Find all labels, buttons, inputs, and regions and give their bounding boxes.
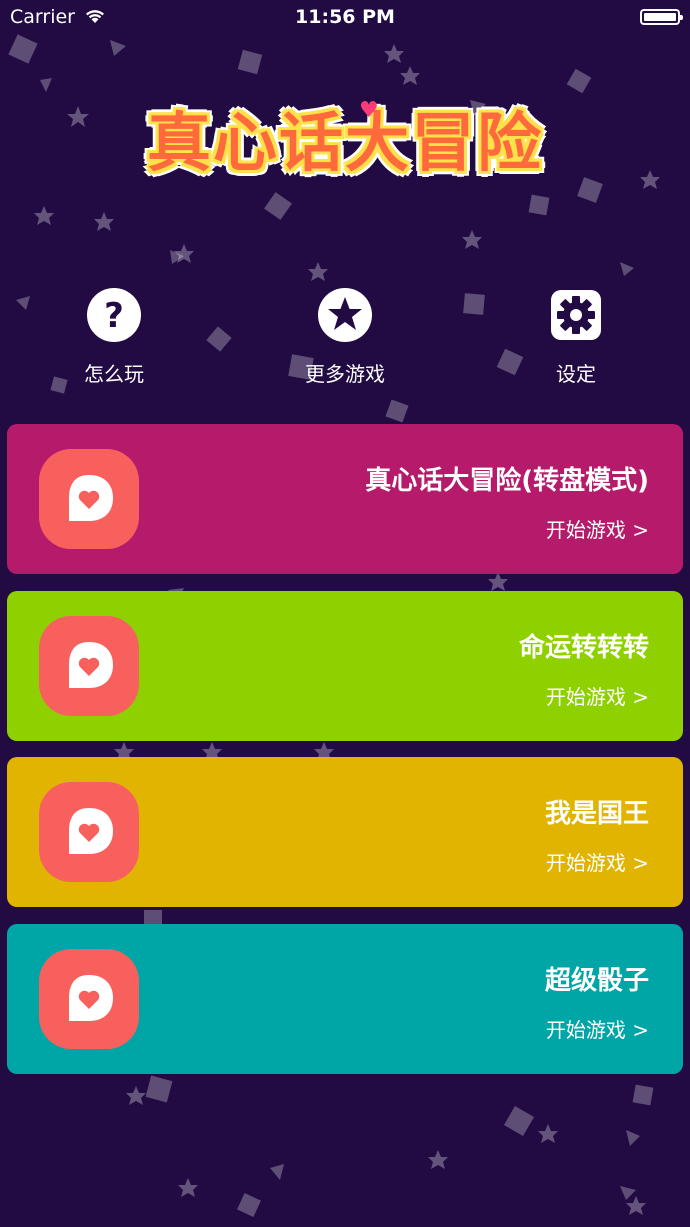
start-game-link[interactable]: 开始游戏 > — [546, 1014, 649, 1043]
how-to-play-button[interactable]: ? 怎么玩 — [34, 286, 194, 387]
game-title: 命运转转转 — [518, 633, 649, 663]
game-card-truth-or-dare-wheel[interactable]: 真心话大冒险(转盘模式) 开始游戏 > — [7, 424, 683, 574]
game-card-fate-spin[interactable]: 命运转转转 开始游戏 > — [7, 591, 683, 741]
more-games-button[interactable]: 更多游戏 — [265, 286, 425, 387]
settings-label: 设定 — [556, 362, 596, 386]
game-card-i-am-king[interactable]: 我是国王 开始游戏 > — [7, 757, 683, 907]
question-icon: ? — [87, 288, 141, 342]
gear-icon — [551, 290, 601, 340]
star-icon — [318, 288, 372, 342]
heart-icon: ♥ — [359, 98, 379, 123]
chat-heart-icon — [39, 949, 139, 1049]
chat-heart-icon — [39, 616, 139, 716]
logo-title: 真心话大冒险 — [147, 107, 543, 181]
clock: 11:56 PM — [295, 6, 395, 28]
start-game-link[interactable]: 开始游戏 > — [546, 514, 649, 543]
chat-heart-icon — [39, 782, 139, 882]
chat-heart-icon — [39, 449, 139, 549]
game-title: 超级骰子 — [544, 966, 649, 996]
game-card-super-dice[interactable]: 超级骰子 开始游戏 > — [7, 924, 683, 1074]
more-games-label: 更多游戏 — [305, 362, 385, 386]
start-game-link[interactable]: 开始游戏 > — [546, 847, 649, 876]
settings-button[interactable]: 设定 — [496, 286, 656, 387]
game-title: 真心话大冒险(转盘模式) — [365, 466, 649, 496]
how-to-play-label: 怎么玩 — [84, 362, 144, 386]
battery-icon — [640, 9, 683, 25]
game-title: 我是国王 — [544, 799, 649, 829]
status-bar: Carrier 11:56 PM — [0, 0, 690, 36]
start-game-link[interactable]: 开始游戏 > — [546, 681, 649, 710]
app-logo: 真心话大冒险 ♥ — [130, 84, 560, 214]
svg-text:?: ? — [104, 296, 124, 336]
top-nav: ? 怎么玩 更多游戏 设定 — [0, 286, 690, 396]
